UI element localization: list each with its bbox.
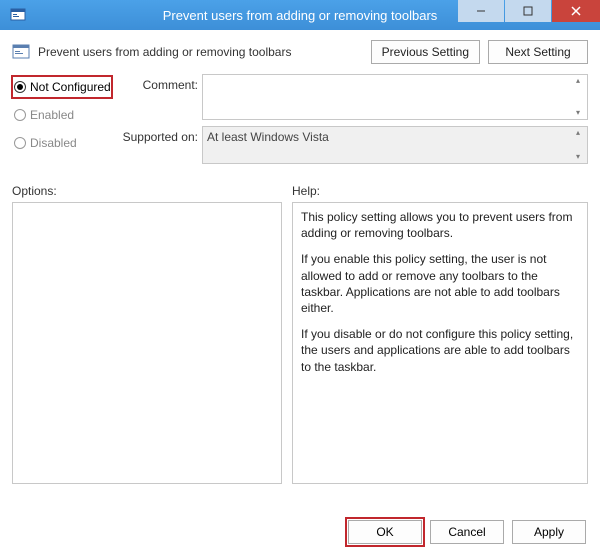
titlebar: Prevent users from adding or removing to… (0, 0, 600, 30)
supported-row: Supported on: At least Windows Vista ▴ ▾ (120, 126, 588, 164)
help-paragraph: If you enable this policy setting, the u… (301, 251, 579, 316)
page-title: Prevent users from adding or removing to… (38, 45, 363, 59)
next-setting-button[interactable]: Next Setting (488, 40, 588, 64)
help-panel[interactable]: This policy setting allows you to preven… (292, 202, 588, 484)
config-row: Not Configured Enabled Disabled Comment:… (12, 74, 588, 170)
previous-setting-button[interactable]: Previous Setting (371, 40, 480, 64)
options-panel[interactable] (12, 202, 282, 484)
supported-label: Supported on: (120, 126, 198, 144)
help-paragraph: This policy setting allows you to preven… (301, 209, 579, 241)
radio-label: Enabled (30, 108, 74, 122)
ok-button[interactable]: OK (348, 520, 422, 544)
fields-column: Comment: ▴ ▾ Supported on: At least Wind… (120, 74, 588, 170)
close-button[interactable] (552, 0, 600, 22)
mid-row: Options: Help: This policy setting allow… (12, 184, 588, 484)
policy-icon (12, 43, 30, 61)
comment-row: Comment: ▴ ▾ (120, 74, 588, 120)
scroll-up-icon[interactable]: ▴ (571, 77, 585, 85)
radio-not-configured[interactable]: Not Configured (12, 76, 112, 98)
footer-buttons: OK Cancel Apply (348, 520, 586, 544)
comment-label: Comment: (120, 74, 198, 92)
radio-label: Disabled (30, 136, 77, 150)
minimize-button[interactable] (458, 0, 504, 22)
radio-dot-icon (14, 81, 26, 93)
comment-value (203, 75, 587, 81)
state-radios: Not Configured Enabled Disabled (12, 74, 112, 170)
cancel-button[interactable]: Cancel (430, 520, 504, 544)
supported-textarea: At least Windows Vista ▴ ▾ (202, 126, 588, 164)
comment-textarea[interactable]: ▴ ▾ (202, 74, 588, 120)
window-controls (457, 0, 600, 22)
scroll-arrows: ▴ ▾ (571, 129, 585, 161)
client-area: Prevent users from adding or removing to… (0, 30, 600, 484)
help-label: Help: (292, 184, 588, 198)
ok-highlight: OK (348, 520, 422, 544)
scroll-down-icon[interactable]: ▾ (571, 153, 585, 161)
header-row: Prevent users from adding or removing to… (12, 40, 588, 64)
help-column: Help: This policy setting allows you to … (292, 184, 588, 484)
radio-dot-icon (14, 137, 26, 149)
scroll-arrows: ▴ ▾ (571, 77, 585, 117)
options-column: Options: (12, 184, 282, 484)
apply-button[interactable]: Apply (512, 520, 586, 544)
options-label: Options: (12, 184, 282, 198)
radio-dot-icon (14, 109, 26, 121)
radio-label: Not Configured (30, 80, 111, 94)
scroll-down-icon[interactable]: ▾ (571, 109, 585, 117)
radio-enabled[interactable]: Enabled (12, 104, 112, 126)
radio-disabled[interactable]: Disabled (12, 132, 112, 154)
scroll-up-icon[interactable]: ▴ (571, 129, 585, 137)
maximize-button[interactable] (505, 0, 551, 22)
supported-value: At least Windows Vista (203, 127, 587, 147)
help-paragraph: If you disable or do not configure this … (301, 326, 579, 375)
